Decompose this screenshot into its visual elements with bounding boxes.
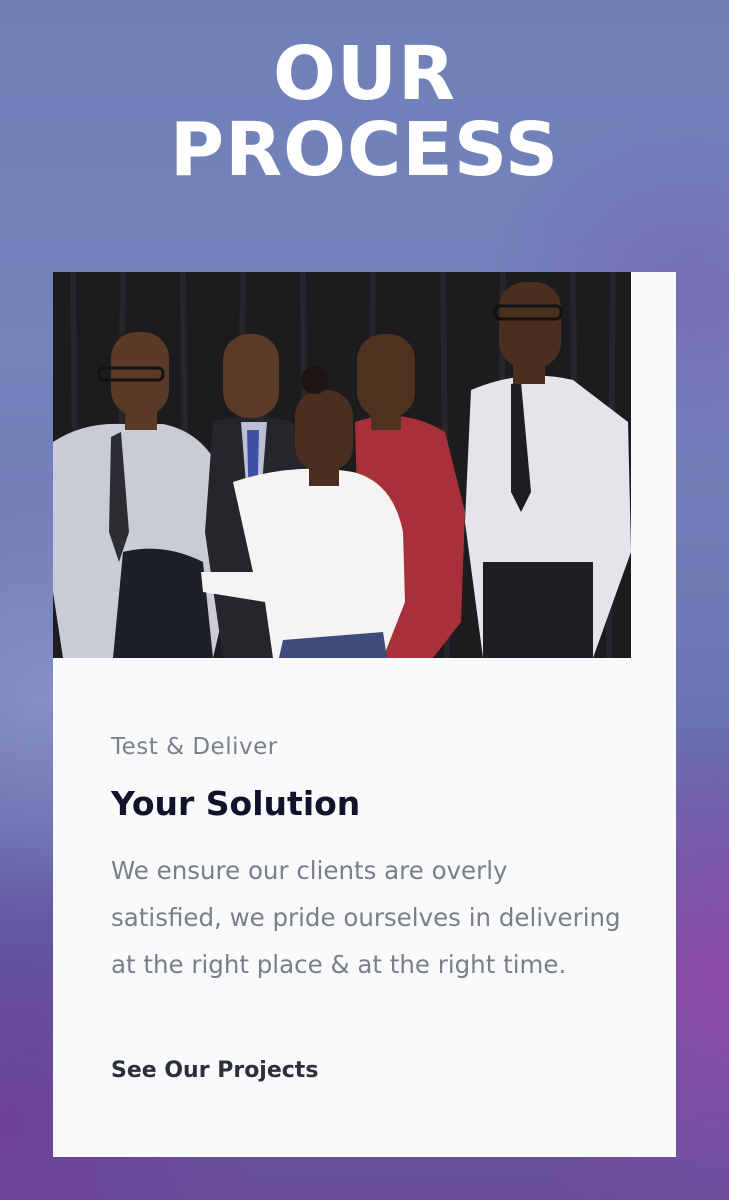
card-eyebrow: Test & Deliver [111,734,278,760]
page-title-line-1: OUR [273,31,456,117]
card-title: Your Solution [111,784,361,823]
page-title-line-2: PROCESS [169,107,560,193]
process-card: Test & Deliver Your Solution We ensure o… [53,272,676,1157]
see-our-projects-link[interactable]: See Our Projects [111,1058,318,1083]
card-description: We ensure our clients are overly satisfi… [111,856,621,979]
team-photo [53,272,631,658]
page-title: OUR PROCESS [0,36,729,188]
